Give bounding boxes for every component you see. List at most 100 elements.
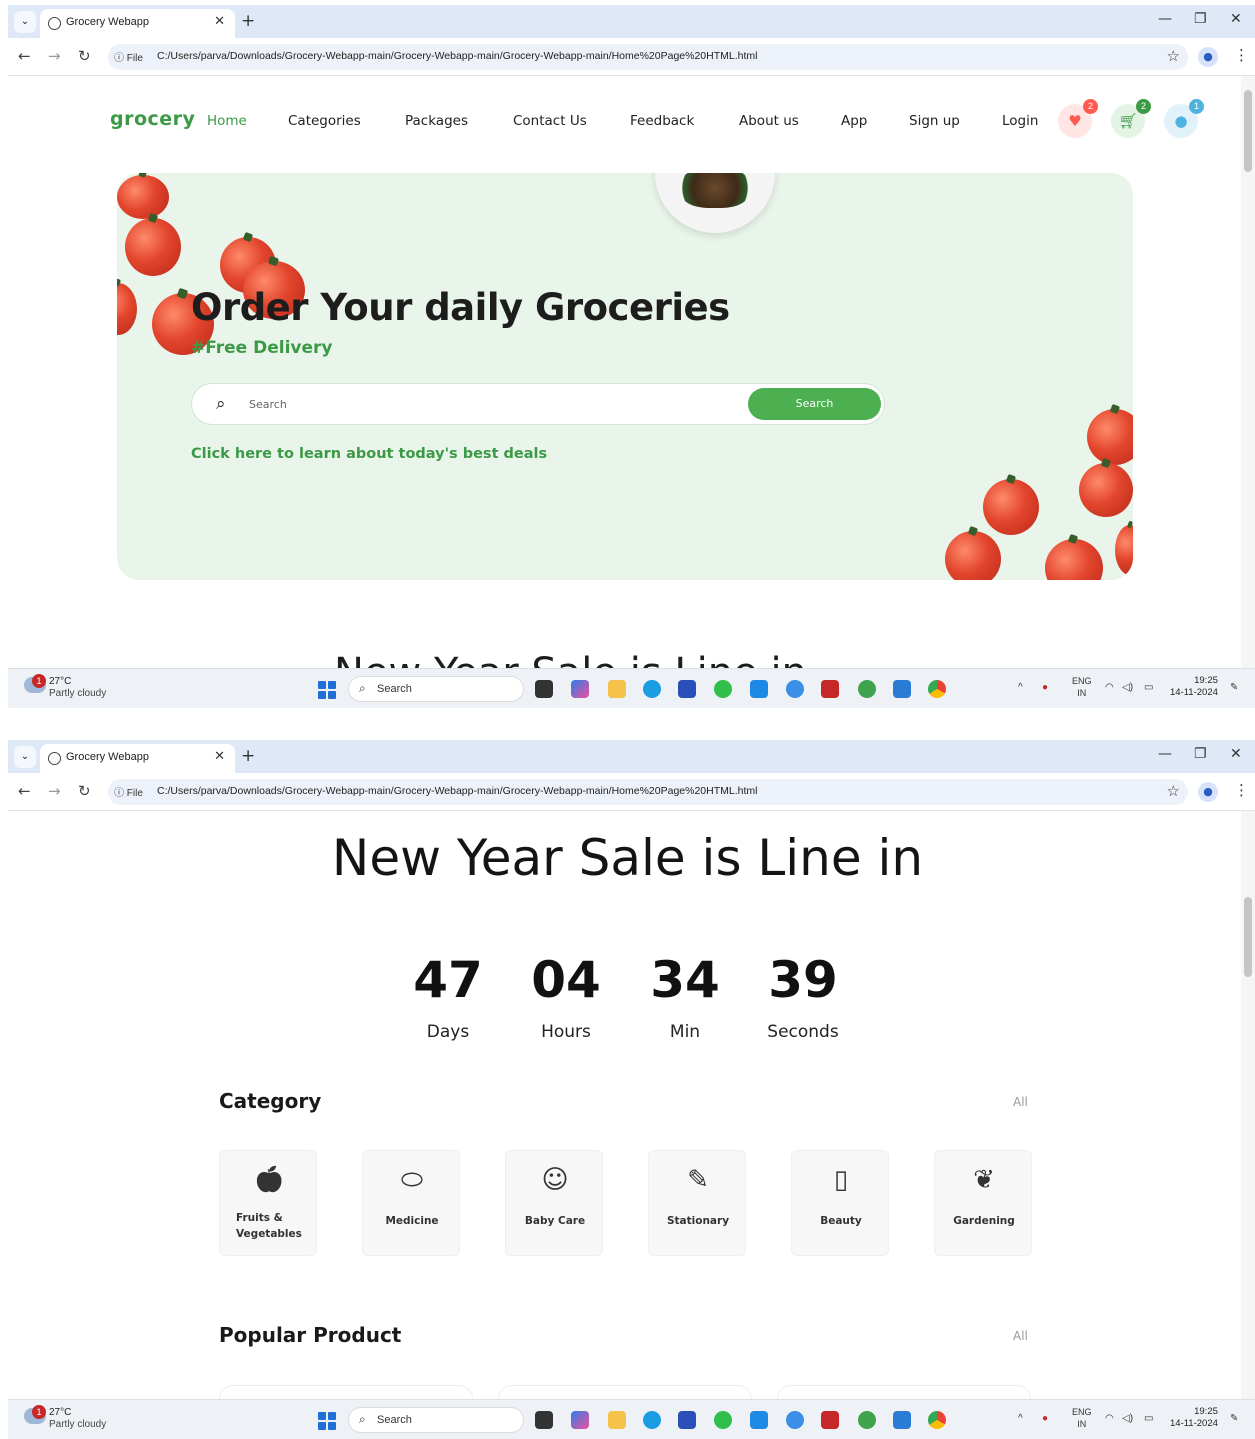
- nav-home[interactable]: Home: [207, 113, 247, 129]
- nav-sign-up[interactable]: Sign up: [909, 113, 960, 129]
- forward-icon[interactable]: →: [48, 47, 61, 65]
- app-icon[interactable]: [750, 1411, 768, 1429]
- category-baby-care[interactable]: ☺ Baby Care: [505, 1150, 603, 1256]
- browser-tab[interactable]: Grocery Webapp ✕: [40, 9, 235, 38]
- mcafee-icon[interactable]: [821, 1411, 839, 1429]
- chrome-beta-icon[interactable]: [858, 1411, 876, 1429]
- scrollbar[interactable]: [1241, 811, 1255, 1399]
- menu-kebab-icon[interactable]: ⋮: [1234, 781, 1249, 799]
- scrollbar-thumb[interactable]: [1244, 897, 1252, 977]
- notification-icon[interactable]: ✎: [1230, 682, 1238, 693]
- app-icon[interactable]: [786, 680, 804, 698]
- weather-temp[interactable]: 27°C: [49, 676, 71, 687]
- site-info-icon[interactable]: ⓘ File: [114, 784, 143, 799]
- new-tab-icon[interactable]: +: [241, 746, 255, 766]
- popular-all-link[interactable]: All: [1013, 1329, 1028, 1343]
- hero-search-input[interactable]: Search: [249, 398, 287, 411]
- scrollbar-thumb[interactable]: [1244, 90, 1252, 172]
- task-view-icon[interactable]: [535, 1411, 553, 1429]
- close-tab-icon[interactable]: ✕: [214, 14, 225, 29]
- site-logo[interactable]: grocery: [110, 108, 195, 130]
- whatsapp-icon[interactable]: [714, 1411, 732, 1429]
- whatsapp-icon[interactable]: [714, 680, 732, 698]
- nav-categories[interactable]: Categories: [288, 113, 361, 129]
- mcafee-icon[interactable]: [821, 680, 839, 698]
- weather-desc[interactable]: Partly cloudy: [49, 688, 106, 699]
- browser-tab[interactable]: Grocery Webapp ✕: [40, 744, 235, 773]
- language-indicator[interactable]: ENG IN: [1072, 1406, 1092, 1430]
- wifi-icon[interactable]: ◠: [1105, 1413, 1114, 1424]
- notification-icon[interactable]: ✎: [1230, 1413, 1238, 1424]
- tab-search-menu-icon[interactable]: ⌄: [14, 11, 36, 33]
- close-window-icon[interactable]: ✕: [1230, 746, 1242, 762]
- chrome-icon[interactable]: [928, 680, 946, 698]
- file-explorer-icon[interactable]: [608, 680, 626, 698]
- back-icon[interactable]: ←: [18, 782, 31, 800]
- profile-icon[interactable]: ●: [1198, 782, 1218, 802]
- nav-packages[interactable]: Packages: [405, 113, 468, 129]
- battery-icon[interactable]: ▭: [1144, 682, 1153, 693]
- user-button[interactable]: ● 1: [1164, 99, 1204, 138]
- category-beauty[interactable]: ▯ Beauty: [791, 1150, 889, 1256]
- bookmark-star-icon[interactable]: ☆: [1167, 782, 1180, 800]
- copilot-icon[interactable]: [571, 1411, 589, 1429]
- app-icon[interactable]: [786, 1411, 804, 1429]
- nav-contact-us[interactable]: Contact Us: [513, 113, 587, 129]
- url-field[interactable]: ⓘ File C:/Users/parva/Downloads/Grocery-…: [108, 779, 1188, 805]
- vscode-icon[interactable]: [893, 680, 911, 698]
- chrome-icon[interactable]: [928, 1411, 946, 1429]
- tab-search-menu-icon[interactable]: ⌄: [14, 746, 36, 768]
- profile-icon[interactable]: ●: [1198, 47, 1218, 67]
- volume-icon[interactable]: ◁): [1122, 682, 1133, 693]
- wifi-icon[interactable]: ◠: [1105, 682, 1114, 693]
- copilot-icon[interactable]: [571, 680, 589, 698]
- tray-chevron-icon[interactable]: ^: [1018, 1413, 1023, 1424]
- category-stationary[interactable]: ✎ Stationary: [648, 1150, 746, 1256]
- edge-icon[interactable]: [643, 680, 661, 698]
- file-explorer-icon[interactable]: [608, 1411, 626, 1429]
- scrollbar[interactable]: [1241, 76, 1255, 668]
- task-view-icon[interactable]: [535, 680, 553, 698]
- category-fruits-vegetables[interactable]: 🍎︎ Fruits & Vegetables: [219, 1150, 317, 1256]
- tray-app-icon[interactable]: ●: [1042, 682, 1048, 693]
- category-all-link[interactable]: All: [1013, 1095, 1028, 1109]
- tray-app-icon[interactable]: ●: [1042, 1413, 1048, 1424]
- bookmark-star-icon[interactable]: ☆: [1167, 47, 1180, 65]
- hero-search-button[interactable]: Search: [748, 388, 881, 420]
- reload-icon[interactable]: ↻: [78, 47, 91, 65]
- store-icon[interactable]: [678, 1411, 696, 1429]
- clock[interactable]: 19:25 14-11-2024: [1170, 1406, 1218, 1430]
- edge-icon[interactable]: [643, 1411, 661, 1429]
- site-info-icon[interactable]: ⓘ File: [114, 49, 143, 64]
- nav-app[interactable]: App: [841, 113, 867, 129]
- minimize-icon[interactable]: —: [1158, 11, 1172, 27]
- nav-feedback[interactable]: Feedback: [630, 113, 694, 129]
- taskbar-search[interactable]: ⌕ Search: [348, 1407, 524, 1433]
- clock[interactable]: 19:25 14-11-2024: [1170, 675, 1218, 699]
- nav-about-us[interactable]: About us: [739, 113, 799, 129]
- back-icon[interactable]: ←: [18, 47, 31, 65]
- restore-icon[interactable]: ❐: [1194, 11, 1207, 27]
- category-gardening[interactable]: ❦ Gardening: [934, 1150, 1032, 1256]
- windows-start-icon[interactable]: [318, 681, 336, 699]
- close-tab-icon[interactable]: ✕: [214, 749, 225, 764]
- chrome-beta-icon[interactable]: [858, 680, 876, 698]
- close-window-icon[interactable]: ✕: [1230, 11, 1242, 27]
- weather-temp[interactable]: 27°C: [49, 1407, 71, 1418]
- reload-icon[interactable]: ↻: [78, 782, 91, 800]
- minimize-icon[interactable]: —: [1158, 746, 1172, 762]
- nav-login[interactable]: Login: [1002, 113, 1038, 129]
- menu-kebab-icon[interactable]: ⋮: [1234, 46, 1249, 64]
- wishlist-button[interactable]: ♥ 2: [1058, 99, 1098, 138]
- tray-chevron-icon[interactable]: ^: [1018, 682, 1023, 693]
- forward-icon[interactable]: →: [48, 782, 61, 800]
- url-field[interactable]: ⓘ File C:/Users/parva/Downloads/Grocery-…: [108, 44, 1188, 70]
- category-medicine[interactable]: ⬭ Medicine: [362, 1150, 460, 1256]
- weather-desc[interactable]: Partly cloudy: [49, 1419, 106, 1430]
- cart-button[interactable]: 🛒︎ 2: [1111, 99, 1151, 138]
- best-deals-link[interactable]: Click here to learn about today's best d…: [191, 446, 547, 462]
- taskbar-search[interactable]: ⌕ Search: [348, 676, 524, 702]
- new-tab-icon[interactable]: +: [241, 11, 255, 31]
- app-icon[interactable]: [750, 680, 768, 698]
- restore-icon[interactable]: ❐: [1194, 746, 1207, 762]
